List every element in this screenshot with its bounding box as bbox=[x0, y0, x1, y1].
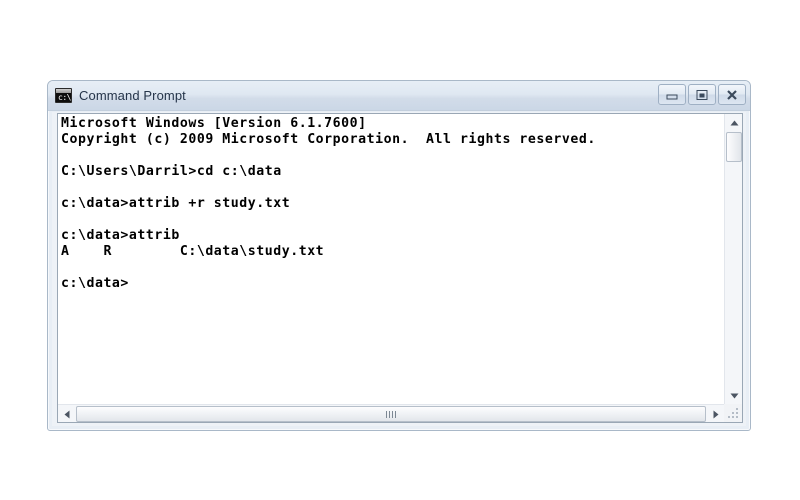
title-bar[interactable]: c:\ Command Prompt bbox=[48, 81, 750, 111]
chevron-down-icon bbox=[730, 393, 738, 398]
minimize-icon bbox=[666, 94, 678, 99]
command-prompt-icon: c:\ bbox=[55, 88, 72, 103]
console-line: c:\data>attrib bbox=[61, 228, 180, 243]
scroll-left-button[interactable] bbox=[58, 405, 75, 423]
console-line: C:\Users\Darril>cd c:\data bbox=[61, 164, 282, 179]
scroll-down-button[interactable] bbox=[725, 387, 743, 404]
console-line: c:\data> bbox=[61, 276, 129, 291]
maximize-button[interactable] bbox=[688, 84, 716, 105]
desktop-background: c:\ Command Prompt Microsoft Windows [Ve… bbox=[0, 0, 800, 500]
maximize-icon bbox=[696, 89, 708, 100]
horizontal-scrollbar-thumb[interactable] bbox=[76, 406, 706, 422]
window-controls bbox=[658, 84, 746, 105]
icon-prompt-glyph: c:\ bbox=[58, 93, 71, 102]
window-client-area: Microsoft Windows [Version 6.1.7600] Copy… bbox=[52, 112, 746, 426]
console-frame: Microsoft Windows [Version 6.1.7600] Copy… bbox=[57, 113, 743, 423]
console-line: A R C:\data\study.txt bbox=[61, 244, 325, 259]
minimize-button[interactable] bbox=[658, 84, 686, 105]
window-title: Command Prompt bbox=[79, 88, 186, 103]
close-button[interactable] bbox=[718, 84, 746, 105]
chevron-right-icon bbox=[713, 410, 718, 418]
command-prompt-window: c:\ Command Prompt Microsoft Windows [Ve… bbox=[47, 80, 751, 431]
console-line: c:\data>attrib +r study.txt bbox=[61, 196, 291, 211]
vertical-scrollbar-thumb[interactable] bbox=[726, 132, 742, 162]
scrollbar-grip-icon bbox=[386, 410, 396, 418]
vertical-scrollbar[interactable] bbox=[724, 114, 742, 404]
chevron-up-icon bbox=[730, 120, 738, 125]
close-icon bbox=[727, 89, 737, 100]
chevron-left-icon bbox=[64, 410, 69, 418]
horizontal-scrollbar[interactable] bbox=[58, 404, 724, 422]
console-output[interactable]: Microsoft Windows [Version 6.1.7600] Copy… bbox=[58, 114, 724, 404]
scroll-up-button[interactable] bbox=[725, 114, 743, 131]
console-line: Copyright (c) 2009 Microsoft Corporation… bbox=[61, 132, 596, 147]
console-line: Microsoft Windows [Version 6.1.7600] bbox=[61, 116, 367, 131]
resize-grip[interactable] bbox=[724, 404, 742, 422]
scroll-right-button[interactable] bbox=[707, 405, 724, 423]
